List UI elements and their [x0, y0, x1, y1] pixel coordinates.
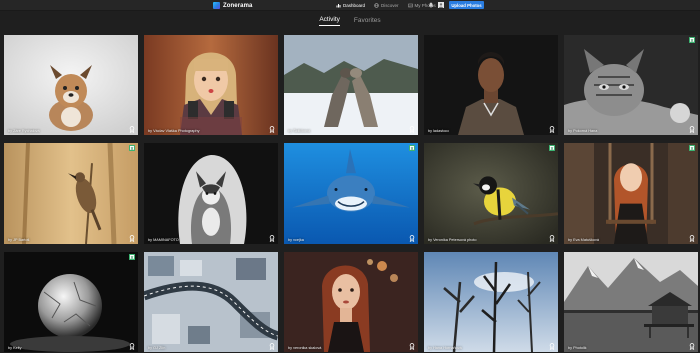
chart-icon: [336, 3, 341, 8]
photo-credit[interactable]: by veronika skalová: [288, 346, 321, 350]
award-icon[interactable]: [409, 126, 415, 133]
avatar-icon[interactable]: [438, 2, 444, 8]
photo-credit[interactable]: by MAMINAFOTO: [148, 238, 179, 242]
photo-credit[interactable]: by Šidličková: [288, 129, 310, 133]
x-badge: X: [129, 254, 135, 260]
photo-image: [284, 35, 418, 135]
photo-credit[interactable]: by ladastocc: [428, 129, 449, 133]
award-icon[interactable]: [549, 343, 555, 350]
tab-activity[interactable]: Activity: [319, 16, 340, 26]
x-badge: X: [689, 37, 695, 43]
award-icon[interactable]: [689, 126, 695, 133]
award-icon[interactable]: [409, 235, 415, 242]
top-bar: Zonerama Dashboard Discover My Photos Up…: [0, 0, 700, 11]
tab-favorites[interactable]: Favorites: [354, 17, 381, 26]
award-icon[interactable]: [269, 126, 275, 133]
bell-icon[interactable]: [428, 2, 434, 8]
photo-image: [284, 143, 418, 244]
photo-image: [144, 143, 278, 244]
photo-tile[interactable]: by vcejka X: [284, 143, 418, 244]
photo-image: [564, 35, 698, 135]
photo-credit[interactable]: by OJ Zlín: [148, 346, 165, 350]
photo-image: [284, 252, 418, 352]
photo-credit[interactable]: by Keity: [8, 346, 22, 350]
photo-credit[interactable]: by Photolik: [568, 346, 587, 350]
photo-tile[interactable]: by MAMINAFOTO: [144, 143, 278, 244]
main-nav: Dashboard Discover My Photos: [336, 1, 436, 10]
photo-tile[interactable]: by veronika skalová: [284, 252, 418, 352]
nav-discover-label: Discover: [381, 3, 399, 8]
photo-image: [4, 35, 138, 135]
photo-image: [564, 252, 698, 352]
photo-icon: [407, 3, 413, 8]
photo-image: [144, 35, 278, 135]
nav-dashboard-label: Dashboard: [343, 3, 366, 8]
logo-text: Zonerama: [223, 2, 253, 9]
view-tabs: Activity Favorites: [0, 14, 700, 28]
photo-image: [424, 143, 558, 244]
photo-tile[interactable]: by Pokorná Hana X: [564, 35, 698, 135]
x-badge: X: [129, 145, 135, 151]
award-icon[interactable]: [129, 343, 135, 350]
nav-discover[interactable]: Discover: [374, 3, 399, 8]
photo-tile[interactable]: by JP Bartoš X: [4, 143, 138, 244]
photo-image: [424, 35, 558, 135]
award-icon[interactable]: [689, 343, 695, 350]
logo-icon: [213, 2, 220, 9]
photo-credit[interactable]: by vcejka: [288, 238, 304, 242]
photo-tile[interactable]: by Václav Vlaška Photography: [144, 35, 278, 135]
photo-credit[interactable]: by Hana Hornaňová: [428, 346, 462, 350]
photo-credit[interactable]: by Záre Rychalová: [8, 129, 40, 133]
photo-image: [4, 252, 138, 352]
photo-tile[interactable]: by Photolik: [564, 252, 698, 352]
photo-tile[interactable]: by Záre Rychalová: [4, 35, 138, 135]
photo-tile[interactable]: by Eva Matušková X: [564, 143, 698, 244]
award-icon[interactable]: [409, 343, 415, 350]
photo-credit[interactable]: by JP Bartoš: [8, 238, 29, 242]
award-icon[interactable]: [689, 235, 695, 242]
photo-grid: by Záre Rychalová by Václav Vlaška Photo…: [4, 35, 698, 353]
award-icon[interactable]: [269, 343, 275, 350]
photo-tile[interactable]: by Šidličková: [284, 35, 418, 135]
photo-credit[interactable]: by Veronika Petersová photo: [428, 238, 477, 242]
logo[interactable]: Zonerama: [213, 1, 252, 10]
photo-image: [144, 252, 278, 352]
photo-image: [4, 143, 138, 244]
award-icon[interactable]: [269, 235, 275, 242]
globe-icon: [374, 3, 379, 8]
award-icon[interactable]: [549, 126, 555, 133]
x-badge: X: [549, 145, 555, 151]
nav-dashboard[interactable]: Dashboard: [336, 3, 365, 8]
upload-photos-button[interactable]: Upload Photos: [449, 1, 484, 9]
photo-credit[interactable]: by Václav Vlaška Photography: [148, 129, 200, 133]
photo-tile[interactable]: by OJ Zlín: [144, 252, 278, 352]
award-icon[interactable]: [549, 235, 555, 242]
award-icon[interactable]: [129, 235, 135, 242]
photo-tile[interactable]: by Veronika Petersová photo X: [424, 143, 558, 244]
photo-credit[interactable]: by Eva Matušková: [568, 238, 599, 242]
x-badge: X: [689, 145, 695, 151]
photo-image: [564, 143, 698, 244]
photo-image: [424, 252, 558, 352]
photo-tile[interactable]: by Hana Hornaňová: [424, 252, 558, 352]
award-icon[interactable]: [129, 126, 135, 133]
x-badge: X: [409, 145, 415, 151]
photo-tile[interactable]: by ladastocc: [424, 35, 558, 135]
photo-credit[interactable]: by Pokorná Hana: [568, 129, 597, 133]
photo-tile[interactable]: by Keity X: [4, 252, 138, 352]
